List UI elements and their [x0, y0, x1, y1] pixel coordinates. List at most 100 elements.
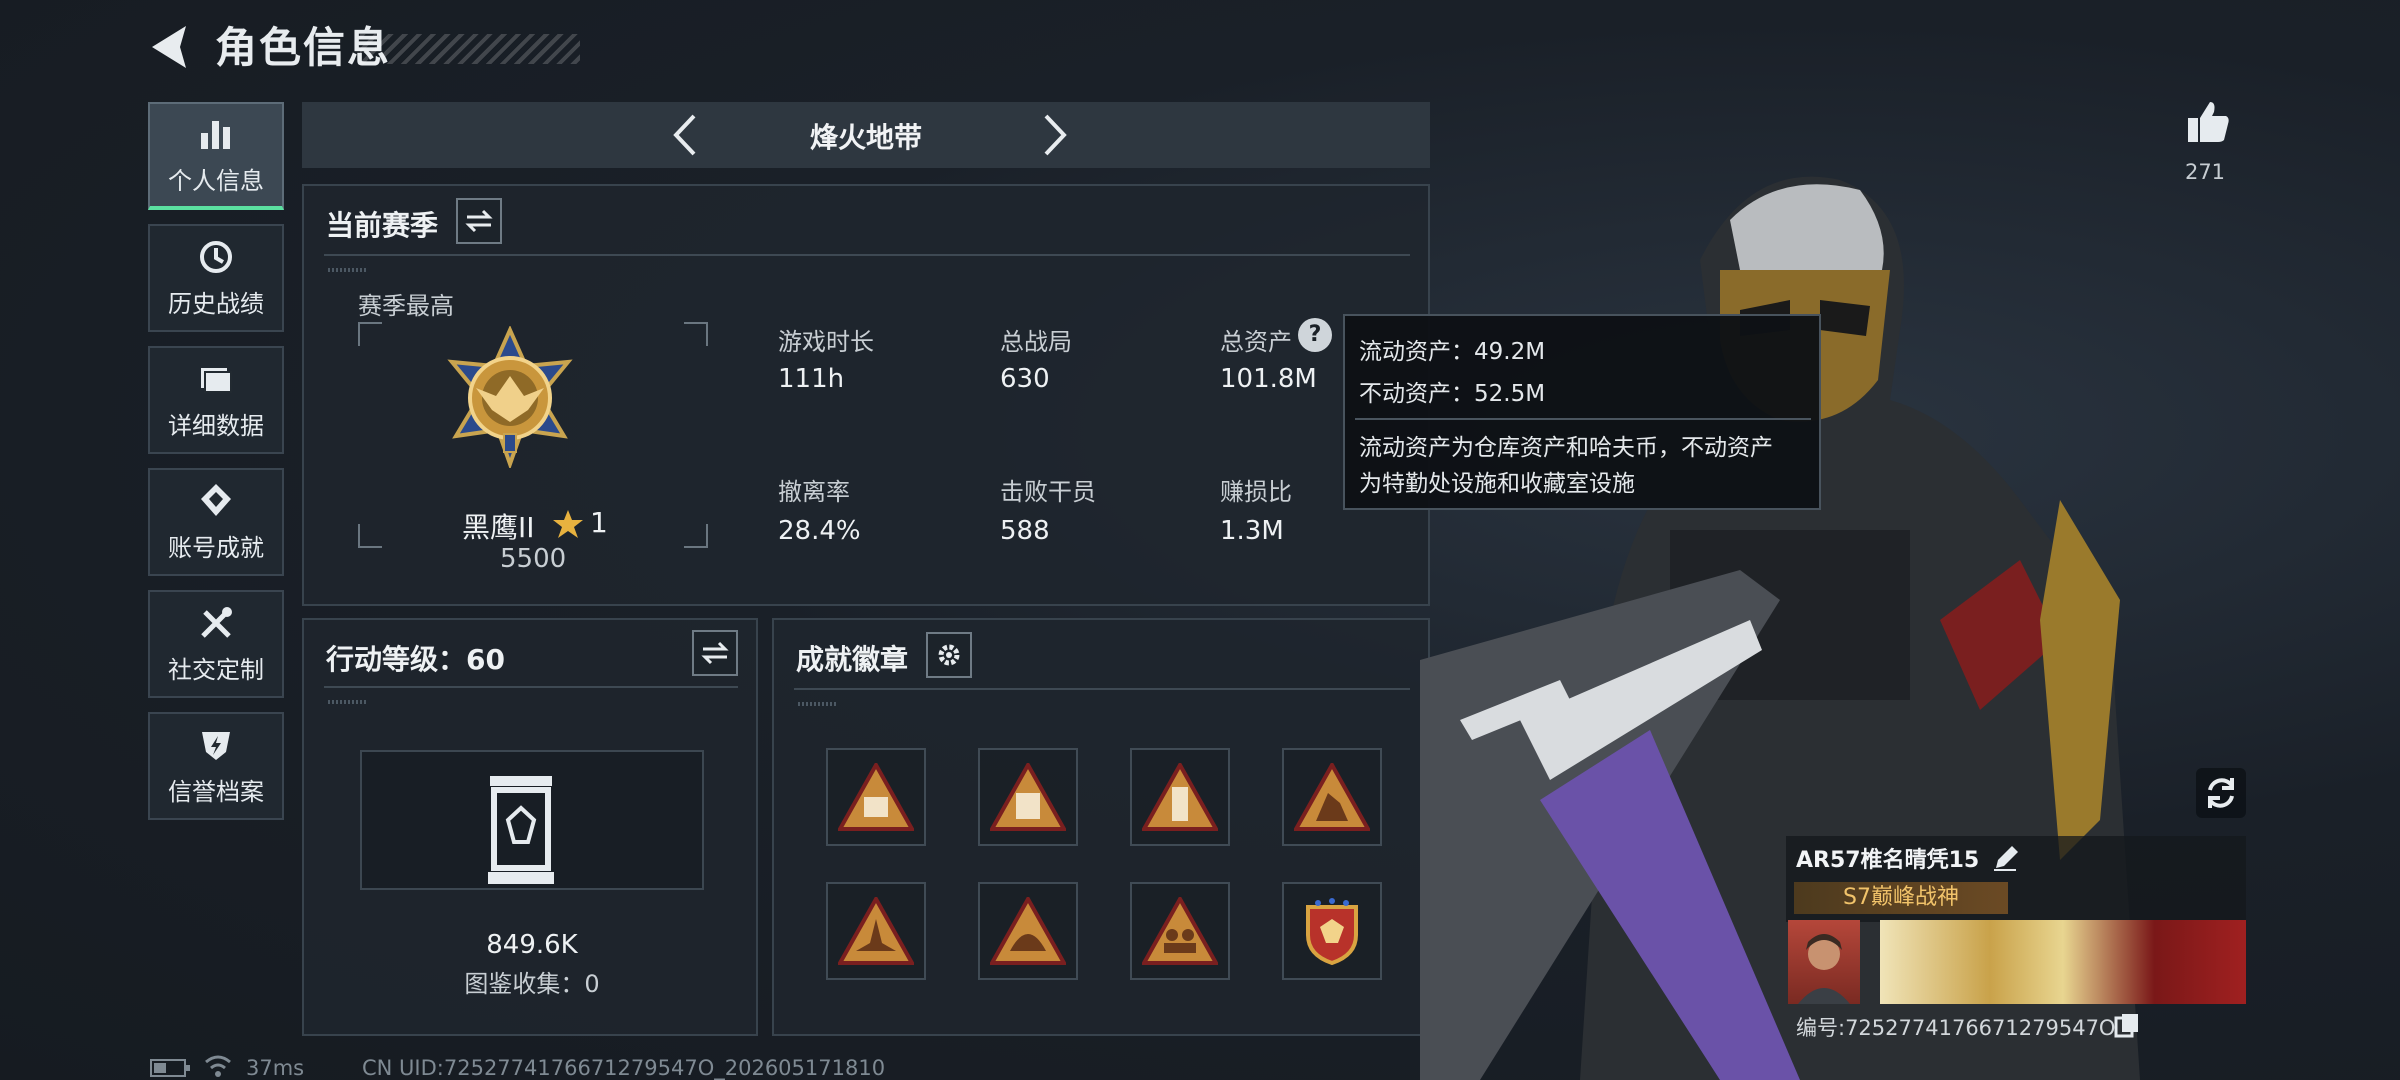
- badge-slot[interactable]: [826, 882, 926, 980]
- stat-label-playtime: 游戏时长: [778, 328, 874, 356]
- sidebar-item-personal-info[interactable]: 个人信息: [148, 102, 284, 210]
- bar-chart-icon: [201, 120, 230, 149]
- divider: [1355, 418, 1811, 420]
- tooltip-fixed-assets: 不动资产：52.5M: [1359, 381, 1546, 407]
- badge-slot[interactable]: [1282, 748, 1382, 846]
- badge-s8-icon: [990, 763, 1066, 831]
- assets-tooltip: 流动资产：49.2M 不动资产：52.5M 流动资产为仓库资产和哈夫币，不动资产…: [1343, 314, 1821, 510]
- divider: [324, 686, 738, 688]
- sidebar-item-reputation[interactable]: 信誉档案: [148, 712, 284, 820]
- rank-name: 黑鹰II: [462, 511, 535, 544]
- battery-icon: [150, 1059, 190, 1077]
- next-mode-icon[interactable]: [1028, 110, 1078, 160]
- thumbs-up-icon[interactable]: [2184, 98, 2232, 146]
- tooltip-note-line1: 流动资产为仓库资产和哈夫币，不动资产: [1359, 435, 1773, 461]
- collection-count: 图鉴收集：0: [464, 970, 600, 998]
- avatar-portrait-icon: [1798, 934, 1850, 1004]
- player-title-badge: S7巅峰战神: [1794, 882, 2008, 914]
- stat-value-matches: 630: [1000, 364, 1050, 394]
- stat-value-playtime: 111h: [778, 364, 845, 394]
- rotate-button[interactable]: [2196, 768, 2246, 818]
- decoration: [328, 268, 368, 272]
- sidebar-item-label: 个人信息: [168, 166, 264, 195]
- blackhawk-rank-emblem-icon: [447, 326, 573, 468]
- stat-label-kills: 击败干员: [1000, 478, 1096, 506]
- achievement-icon: [201, 483, 231, 516]
- action-level-panel: 行动等级：60 849.6K 图鉴收集：0: [302, 618, 758, 1036]
- badge-slot[interactable]: [978, 748, 1078, 846]
- sidebar-item-label: 历史战绩: [168, 289, 264, 318]
- stat-value-extract-rate: 28.4%: [778, 516, 861, 546]
- refresh-icon: [2208, 778, 2234, 808]
- sidebar-item-label: 账号成就: [168, 533, 264, 562]
- sidebar-item-label: 详细数据: [168, 411, 264, 440]
- rank-score: 5500: [500, 544, 567, 574]
- badge-plane-icon: [838, 897, 914, 965]
- badge-runner-icon: [1294, 763, 1370, 831]
- sidebar-item-history[interactable]: 历史战绩: [148, 224, 284, 332]
- history-icon: [200, 240, 232, 273]
- mode-title: 烽火地带: [809, 121, 922, 154]
- stat-value-kills: 588: [1000, 516, 1050, 546]
- sidebar-item-label: 信誉档案: [168, 777, 264, 806]
- mode-selector: 烽火地带: [302, 102, 1430, 168]
- season-title: 当前赛季: [326, 209, 439, 242]
- season-best-label: 赛季最高: [358, 292, 454, 320]
- badges-panel: 成就徽章: [772, 618, 1430, 1036]
- help-icon[interactable]: ?: [1298, 318, 1332, 352]
- edit-name-icon[interactable]: [1992, 844, 2020, 872]
- season-switch-button[interactable]: [456, 198, 502, 244]
- badge-slot[interactable]: [978, 882, 1078, 980]
- sidebar-item-social[interactable]: 社交定制: [148, 590, 284, 698]
- player-banner[interactable]: [1880, 920, 2246, 1004]
- player-id: 编号:7252774176671279547O: [1796, 1016, 2116, 1040]
- like-count: 271: [2184, 160, 2226, 184]
- tools-icon: [201, 606, 232, 638]
- badge-squad-icon: [1142, 897, 1218, 965]
- badge-shield-eagle-icon: [1306, 898, 1358, 965]
- season-panel: 当前赛季 赛季最高 黑鹰II 1 5500 游戏时长 111h 总战局 630 …: [302, 184, 1430, 606]
- tooltip-note-line2: 为特勤处设施和收藏室设施: [1359, 471, 1635, 497]
- badge-slot[interactable]: [826, 748, 926, 846]
- swap-icon: [701, 641, 729, 665]
- stat-value-total-assets: 101.8M: [1220, 364, 1317, 394]
- stat-label-matches: 总战局: [1000, 328, 1072, 356]
- badge-slot[interactable]: [1130, 882, 1230, 980]
- reputation-icon: [202, 731, 230, 760]
- stat-label-profit-ratio: 赚损比: [1220, 478, 1292, 506]
- action-switch-button[interactable]: [692, 630, 738, 676]
- swap-icon: [465, 209, 493, 233]
- sidebar-item-label: 社交定制: [168, 655, 264, 684]
- divider: [794, 688, 1410, 690]
- uid-label: CN UID:7252774176671279547O_202605171810: [362, 1056, 886, 1080]
- stat-label-extract-rate: 撤离率: [778, 478, 850, 506]
- badge-slot[interactable]: [1282, 882, 1382, 980]
- divider: [324, 254, 1410, 256]
- badges-title: 成就徽章: [796, 643, 909, 676]
- gear-icon: [938, 644, 960, 666]
- latency: 37ms: [246, 1056, 305, 1080]
- sidebar-item-detail-data[interactable]: 详细数据: [148, 346, 284, 454]
- stat-label-total-assets: 总资产: [1220, 328, 1292, 356]
- title-decoration: [360, 34, 580, 64]
- rank-stars: 1: [590, 506, 608, 539]
- wifi-icon: [205, 1055, 231, 1077]
- stat-value-profit-ratio: 1.3M: [1220, 516, 1284, 546]
- back-icon[interactable]: [146, 22, 194, 72]
- badge-tower-icon: [1142, 763, 1218, 831]
- collection-value: 849.6K: [486, 930, 578, 960]
- decoration: [798, 702, 838, 706]
- player-name: AR57椎名晴凭15: [1796, 848, 1980, 873]
- badge-s6-icon: [838, 763, 914, 831]
- decoration: [328, 700, 368, 704]
- badge-slot[interactable]: [1130, 748, 1230, 846]
- star-icon: [553, 510, 583, 538]
- avatar[interactable]: [1788, 920, 1860, 1004]
- tooltip-liquid-assets: 流动资产：49.2M: [1359, 339, 1546, 365]
- collection-cabinet-icon[interactable]: [484, 772, 558, 888]
- sidebar-item-achievements[interactable]: 账号成就: [148, 468, 284, 576]
- badge-helmet-icon: [990, 897, 1066, 965]
- copy-icon[interactable]: [2114, 1012, 2140, 1038]
- badges-settings-button[interactable]: [926, 632, 972, 678]
- folder-icon: [201, 367, 232, 393]
